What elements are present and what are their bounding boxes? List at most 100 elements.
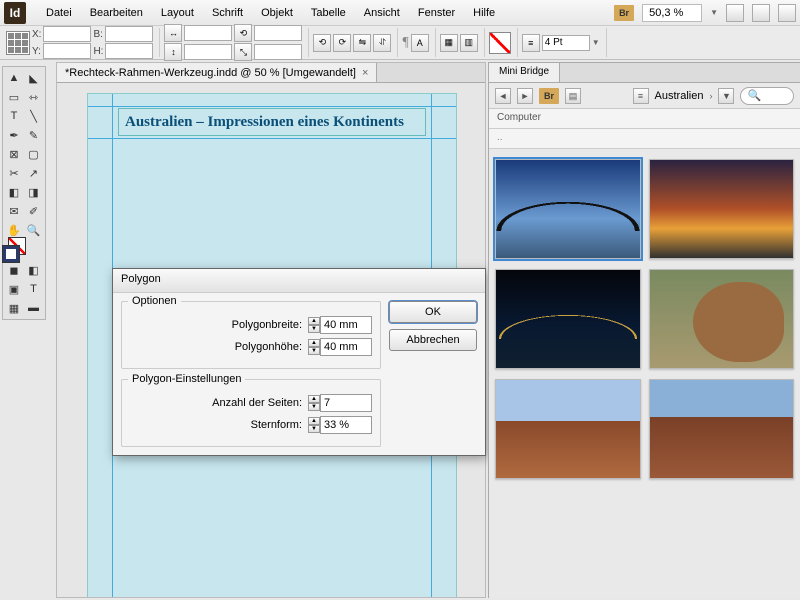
pen-tool-icon[interactable]: ✒ [5, 126, 23, 144]
paragraph-style-icon[interactable]: ¶ [402, 35, 408, 51]
rectangle-tool-icon[interactable]: ▢ [25, 145, 43, 163]
normal-view-icon[interactable]: ▦ [5, 299, 23, 317]
rotate-icon[interactable]: ⟲ [234, 24, 252, 42]
search-input[interactable]: 🔍 [740, 87, 794, 105]
filter-icon[interactable]: ▼ [718, 88, 734, 104]
rotate-input[interactable] [254, 25, 302, 41]
view-options-icon[interactable] [726, 4, 744, 22]
search-icon: 🔍 [747, 89, 761, 102]
screen-mode-icon[interactable] [752, 4, 770, 22]
menu-schrift[interactable]: Schrift [204, 3, 251, 23]
spinner-down-icon[interactable]: ▼ [308, 347, 320, 355]
ok-button[interactable]: OK [389, 301, 477, 323]
reference-point-icon[interactable] [6, 31, 30, 55]
scale-y-input[interactable] [184, 44, 232, 60]
close-icon[interactable]: × [362, 67, 368, 79]
fill-stroke-swatches[interactable] [5, 240, 23, 260]
guide-horizontal [88, 106, 456, 107]
shear-icon[interactable]: ⤡ [234, 43, 252, 61]
stroke-weight-input[interactable] [542, 35, 590, 51]
rotate-ccw-icon[interactable]: ⟲ [313, 34, 331, 52]
zoom-dropdown-icon[interactable]: ▼ [710, 8, 718, 17]
text-wrap2-icon[interactable]: ▥ [460, 34, 478, 52]
rectangle-frame-tool-icon[interactable]: ⊠ [5, 145, 23, 163]
menu-layout[interactable]: Layout [153, 3, 202, 23]
apply-gradient-icon[interactable]: ◧ [25, 261, 43, 279]
selection-tool-icon[interactable]: ▲ [5, 69, 23, 87]
type-tool-icon[interactable]: T [5, 107, 23, 125]
polygon-height-input[interactable] [320, 338, 372, 356]
zoom-level[interactable]: 50,3 % [642, 4, 702, 22]
char-style-icon[interactable]: A [411, 34, 429, 52]
nav-back-icon[interactable]: ◄ [495, 88, 511, 104]
spinner-up-icon[interactable]: ▲ [308, 395, 320, 403]
fill-none-swatch[interactable] [489, 32, 511, 54]
view-icon[interactable]: ▤ [565, 88, 581, 104]
x-input[interactable] [43, 26, 91, 42]
path-tail[interactable]: Australien [655, 90, 704, 102]
menu-objekt[interactable]: Objekt [253, 3, 301, 23]
height-input[interactable] [105, 43, 153, 59]
scale-x-icon[interactable]: ↔ [164, 24, 182, 42]
transform-tool-icon[interactable]: ↗ [25, 164, 43, 182]
bridge-icon[interactable]: Br [614, 5, 634, 21]
spinner-down-icon[interactable]: ▼ [308, 325, 320, 333]
scale-x-input[interactable] [184, 25, 232, 41]
nav-forward-icon[interactable]: ► [517, 88, 533, 104]
pencil-tool-icon[interactable]: ✎ [25, 126, 43, 144]
scale-y-icon[interactable]: ↕ [164, 43, 182, 61]
formatting-container-icon[interactable]: ▣ [5, 280, 23, 298]
flip-v-icon[interactable]: ⥯ [373, 34, 391, 52]
breadcrumb[interactable]: Computer [489, 109, 800, 129]
formatting-text-icon[interactable]: T [25, 280, 43, 298]
spinner-up-icon[interactable]: ▲ [308, 339, 320, 347]
rotate-cw-icon[interactable]: ⟳ [333, 34, 351, 52]
star-input[interactable] [320, 416, 372, 434]
thumbnail[interactable] [649, 269, 795, 369]
page-tool-icon[interactable]: ▭ [5, 88, 23, 106]
menu-fenster[interactable]: Fenster [410, 3, 463, 23]
width-input[interactable] [105, 26, 153, 42]
gap-tool-icon[interactable]: ⇿ [25, 88, 43, 106]
zoom-tool-icon[interactable]: 🔍 [25, 221, 43, 239]
polygon-width-input[interactable] [320, 316, 372, 334]
gradient-swatch-tool-icon[interactable]: ◧ [5, 183, 23, 201]
polygon-settings-group: Polygon-Einstellungen Anzahl der Seiten:… [121, 379, 381, 447]
menu-hilfe[interactable]: Hilfe [465, 3, 503, 23]
line-tool-icon[interactable]: ╲ [25, 107, 43, 125]
thumbnail[interactable] [649, 159, 795, 259]
arrange-icon[interactable] [778, 4, 796, 22]
spinner-down-icon[interactable]: ▼ [308, 403, 320, 411]
toolbox: ▲ ◣ ▭ ⇿ T ╲ ✒ ✎ ⊠ ▢ ✂ ↗ ◧ ◨ ✉ ✐ ✋ 🔍 ◼ ◧ … [2, 66, 46, 320]
sides-input[interactable] [320, 394, 372, 412]
thumbnail[interactable] [495, 159, 641, 259]
bridge-app-icon[interactable]: Br [539, 88, 559, 104]
menu-ansicht[interactable]: Ansicht [356, 3, 408, 23]
thumbnail[interactable] [649, 379, 795, 479]
menu-bearbeiten[interactable]: Bearbeiten [82, 3, 151, 23]
shear-input[interactable] [254, 44, 302, 60]
thumbnail[interactable] [495, 269, 641, 369]
spinner-up-icon[interactable]: ▲ [308, 317, 320, 325]
scissors-tool-icon[interactable]: ✂ [5, 164, 23, 182]
spinner-up-icon[interactable]: ▲ [308, 417, 320, 425]
y-input[interactable] [43, 43, 91, 59]
apply-color-icon[interactable]: ◼ [5, 261, 23, 279]
spinner-down-icon[interactable]: ▼ [308, 425, 320, 433]
preview-view-icon[interactable]: ▬ [25, 299, 43, 317]
flip-h-icon[interactable]: ⇋ [353, 34, 371, 52]
document-tab[interactable]: *Rechteck-Rahmen-Werkzeug.indd @ 50 % [U… [57, 63, 377, 82]
stroke-dropdown-icon[interactable]: ▼ [592, 38, 600, 47]
polygon-height-label: Polygonhöhe: [235, 341, 302, 353]
path-icon[interactable]: ≡ [633, 88, 649, 104]
note-tool-icon[interactable]: ✉ [5, 202, 23, 220]
menu-tabelle[interactable]: Tabelle [303, 3, 354, 23]
text-wrap-icon[interactable]: ▦ [440, 34, 458, 52]
direct-selection-tool-icon[interactable]: ◣ [25, 69, 43, 87]
gradient-feather-tool-icon[interactable]: ◨ [25, 183, 43, 201]
menu-datei[interactable]: Datei [38, 3, 80, 23]
mini-bridge-tab[interactable]: Mini Bridge [489, 63, 560, 82]
thumbnail[interactable] [495, 379, 641, 479]
cancel-button[interactable]: Abbrechen [389, 329, 477, 351]
eyedropper-tool-icon[interactable]: ✐ [25, 202, 43, 220]
